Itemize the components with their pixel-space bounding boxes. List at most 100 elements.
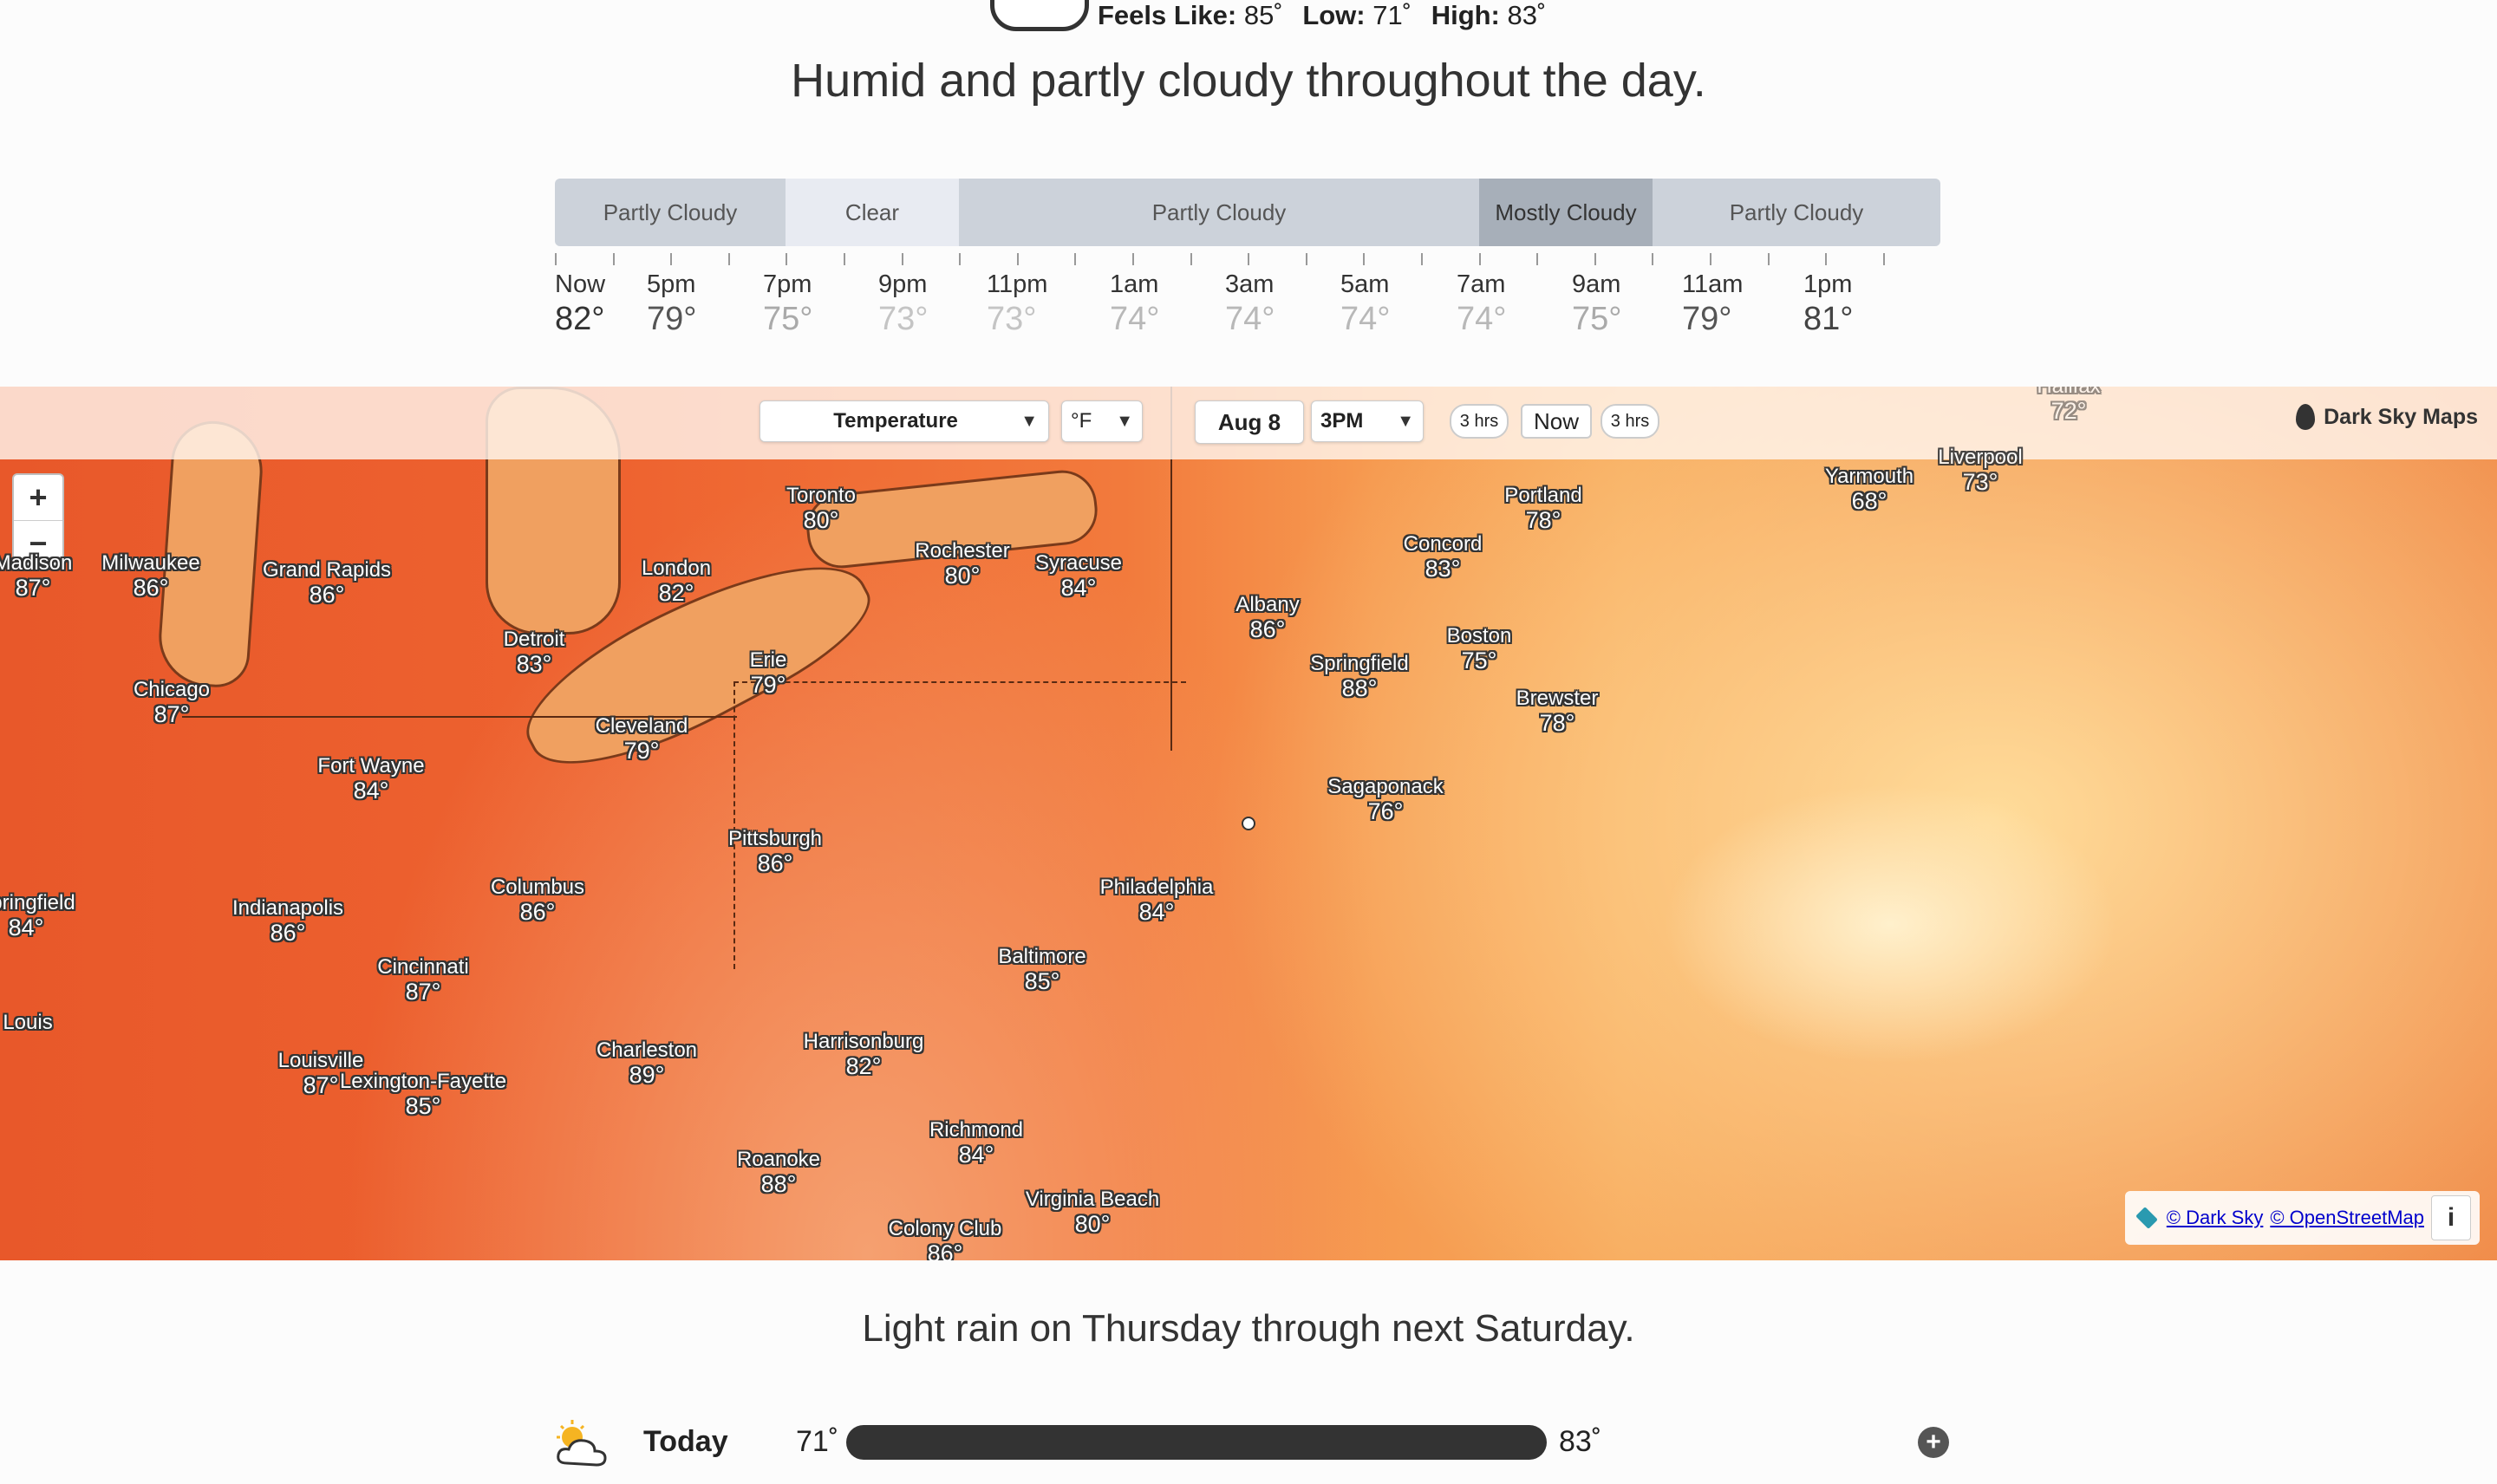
now-button[interactable]: Now	[1521, 404, 1592, 439]
timeline-tick	[959, 253, 962, 265]
step-back-button[interactable]: 3 hrs	[1450, 404, 1509, 439]
hour-item: Now 82°	[555, 270, 606, 337]
city-label[interactable]: London 82°	[642, 556, 711, 605]
hour-item: 5pm 79°	[647, 270, 697, 337]
city-label[interactable]: Columbus 86°	[491, 875, 584, 924]
hour-item: 7pm 75°	[763, 270, 813, 337]
chevron-down-icon: ▼	[1397, 411, 1414, 431]
timeline-tick	[1421, 253, 1423, 265]
hourly-labels: Now 82° 5pm 79° 7pm 75° 9pm 73° 11pm 73° 1am 7…	[555, 270, 1942, 340]
timeline-segment: Clear	[786, 179, 959, 246]
timeline-tick	[1825, 253, 1828, 265]
timeline-tick	[1132, 253, 1134, 265]
daily-row-today[interactable]: Today 71˚ 83˚ +	[551, 1415, 1956, 1475]
city-label[interactable]: Cincinnati 87°	[377, 955, 468, 1004]
timeline-tick	[1710, 253, 1711, 265]
timeline-tick	[612, 253, 615, 265]
timeline-ticks	[555, 253, 1890, 267]
city-label[interactable]: Indianapolis 86°	[232, 896, 343, 945]
timeline-segment: Partly Cloudy	[555, 179, 786, 246]
unit-select[interactable]: °F ▼	[1061, 400, 1143, 442]
week-summary: Light rain on Thursday through next Satu…	[862, 1307, 1635, 1350]
city-label[interactable]: Chicago 87°	[134, 678, 210, 726]
timeline-tick	[1248, 253, 1250, 265]
hour-item: 11am 79°	[1682, 270, 1744, 337]
hour-item: 3am 74°	[1225, 270, 1275, 337]
dark-sky-attribution-link[interactable]: © Dark Sky	[2167, 1207, 2264, 1229]
timeline-tick	[844, 253, 845, 265]
city-label[interactable]: Springfield84°	[0, 891, 75, 940]
city-label[interactable]: Fort Wayne 84°	[317, 754, 424, 803]
city-label[interactable]: Colony Club 86°	[889, 1217, 1002, 1260]
city-label[interactable]: Sagaponack 76°	[1327, 775, 1443, 823]
location-marker[interactable]	[1242, 817, 1255, 830]
city-label[interactable]: Milwaukee 86°	[101, 551, 199, 600]
city-label[interactable]: Harrisonburg 82°	[804, 1030, 924, 1078]
weather-map[interactable]: Temperature ▼ °F ▼ Aug 8 3PM ▼ 3 hrs Now…	[0, 387, 2497, 1260]
map-attribution: © Dark Sky © OpenStreetMap i	[2124, 1191, 2480, 1245]
hour-item: 9pm 73°	[878, 270, 929, 337]
city-label[interactable]: Springfield 88°	[1310, 652, 1408, 700]
city-label[interactable]: Roanoke 88°	[737, 1148, 820, 1196]
city-label[interactable]: Liverpool 73°	[1938, 446, 2022, 494]
info-button[interactable]: i	[2431, 1195, 2471, 1240]
timeline-tick	[1074, 253, 1077, 265]
layers-icon	[2135, 1207, 2158, 1229]
city-label[interactable]: Brewster 78°	[1516, 687, 1599, 735]
date-select[interactable]: Aug 8	[1195, 400, 1304, 444]
timeline-segment: Partly Cloudy	[959, 179, 1479, 246]
city-label[interactable]: Portland 78°	[1504, 484, 1581, 532]
temp-range-bar	[846, 1425, 1547, 1460]
timeline-tick	[727, 253, 730, 265]
hour-item: 7am 74°	[1457, 270, 1507, 337]
city-label[interactable]: Grand Rapids 86°	[263, 558, 391, 607]
city-label[interactable]: Yarmouth 68°	[1825, 465, 1913, 513]
timeline-tick	[1478, 253, 1481, 265]
timeline-segment: Mostly Cloudy	[1479, 179, 1653, 246]
city-label[interactable]: Madison 87°	[0, 551, 72, 600]
city-label[interactable]: Richmond 84°	[929, 1118, 1023, 1167]
layer-select[interactable]: Temperature ▼	[760, 400, 1049, 442]
city-label[interactable]: Cleveland 79°	[596, 714, 688, 763]
time-select[interactable]: 3PM ▼	[1311, 400, 1424, 442]
timeline-tick	[1363, 253, 1366, 265]
timeline-tick	[1190, 253, 1192, 265]
city-label[interactable]: Halifax72°	[2037, 387, 2100, 423]
city-label[interactable]: Boston 75°	[1447, 624, 1512, 673]
hour-item: 5am 74°	[1340, 270, 1391, 337]
timeline-segment: Partly Cloudy	[1653, 179, 1940, 246]
hour-item: 11pm 73°	[987, 270, 1048, 337]
step-forward-button[interactable]: 3 hrs	[1601, 404, 1659, 439]
dark-sky-maps-brand[interactable]: Dark Sky Maps	[2296, 404, 2478, 430]
state-border	[733, 681, 1186, 969]
hour-item: 1am 74°	[1110, 270, 1160, 337]
current-conditions: Feels Like: 85˚ Low: 71˚ High: 83˚	[1098, 0, 1547, 30]
city-label[interactable]: Charleston 89°	[597, 1038, 697, 1087]
city-label[interactable]: Philadelphia 84°	[1100, 875, 1214, 924]
timeline-tick	[1305, 253, 1307, 265]
timeline-tick	[901, 253, 903, 265]
zoom-in-button[interactable]: +	[14, 475, 62, 520]
day-summary: Humid and partly cloudy throughout the d…	[791, 55, 1706, 107]
city-label[interactable]: Erie 79°	[750, 648, 787, 697]
timeline-tick	[1594, 253, 1596, 265]
city-label[interactable]: Virginia Beach 80°	[1026, 1188, 1159, 1236]
city-label[interactable]: St. Louis	[0, 1011, 53, 1035]
city-label[interactable]: Toronto 80°	[786, 484, 856, 532]
timeline-tick	[786, 253, 788, 265]
city-label[interactable]: Syracuse 84°	[1035, 551, 1122, 600]
city-label[interactable]: Rochester 80°	[915, 539, 1009, 588]
hour-item: 1pm 81°	[1803, 270, 1854, 337]
city-label[interactable]: Albany 86°	[1235, 593, 1299, 641]
chevron-down-icon: ▼	[1116, 411, 1133, 431]
hourly-timeline-bar: Partly Cloudy Clear Partly Cloudy Mostly…	[555, 179, 1940, 246]
osm-attribution-link[interactable]: © OpenStreetMap	[2270, 1207, 2424, 1229]
city-label[interactable]: Lexington-Fayette 85°	[340, 1070, 506, 1118]
city-label[interactable]: Detroit 83°	[504, 628, 565, 676]
day-label: Today	[643, 1425, 728, 1458]
city-label[interactable]: Concord 83°	[1404, 532, 1483, 581]
city-label[interactable]: Baltimore 85°	[998, 945, 1086, 993]
city-label[interactable]: Pittsburgh 86°	[728, 827, 822, 875]
day-high-temp: 83˚	[1559, 1425, 1602, 1458]
expand-day-button[interactable]: +	[1918, 1427, 1949, 1458]
